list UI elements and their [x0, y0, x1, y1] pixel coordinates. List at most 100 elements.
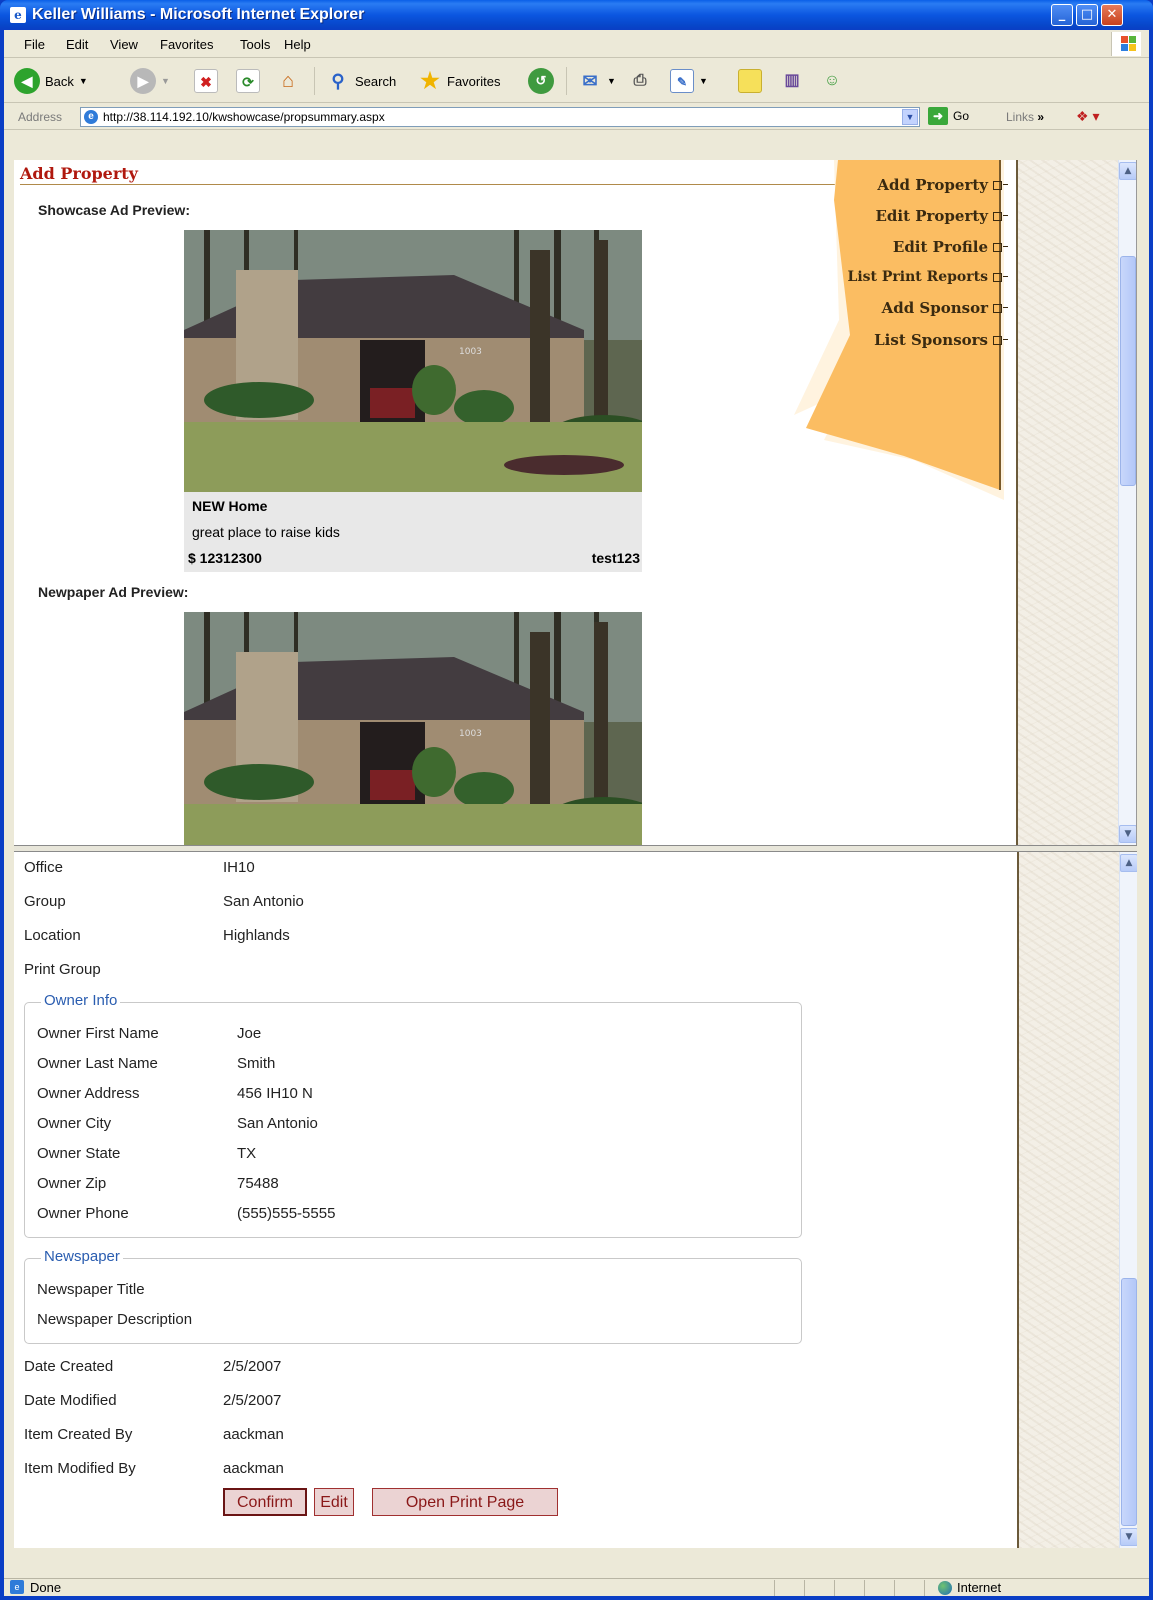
- stop-icon: ✖: [194, 69, 218, 93]
- print-icon: ⎙: [633, 72, 647, 89]
- nav-list-sponsors[interactable]: List Sponsors: [874, 331, 1008, 349]
- research-button[interactable]: ▥: [780, 65, 804, 97]
- scroll-up-button[interactable]: ▲: [1120, 854, 1137, 872]
- back-arrow-icon: ◀: [14, 68, 40, 94]
- group-value: San Antonio: [223, 893, 304, 910]
- home-button[interactable]: ⌂: [276, 65, 300, 97]
- back-label: Back: [45, 73, 74, 89]
- owner-state-value: TX: [237, 1145, 257, 1162]
- office-label: Office: [24, 859, 63, 876]
- owner-info-fieldset: Owner Info Owner First Name Joe Owner La…: [24, 992, 802, 1238]
- menu-view[interactable]: View: [110, 37, 138, 52]
- nav-add-sponsor[interactable]: Add Sponsor: [881, 299, 1008, 317]
- location-label: Location: [24, 927, 81, 944]
- nav-bullet-icon: [993, 303, 1008, 313]
- scroll-down-button[interactable]: ▼: [1120, 1528, 1137, 1546]
- mail-button[interactable]: ✉ ▼: [578, 65, 616, 97]
- item-created-by-value: aackman: [223, 1426, 284, 1443]
- owner-zip-label: Owner Zip: [37, 1175, 107, 1192]
- favorites-button[interactable]: ★ Favorites: [418, 65, 500, 97]
- go-button[interactable]: ➜ Go: [928, 107, 969, 125]
- messenger-icon: ☺: [823, 72, 841, 89]
- nav-label: List Sponsors: [874, 331, 988, 349]
- bottom-frame-scrollbar[interactable]: ▲ ▼: [1119, 852, 1137, 1548]
- menu-tools[interactable]: Tools: [240, 37, 270, 52]
- address-input[interactable]: e http://38.114.192.10/kwshowcase/propsu…: [80, 107, 920, 127]
- print-button[interactable]: ⎙: [628, 65, 652, 97]
- nav-label: Add Property: [877, 176, 988, 194]
- edit-button[interactable]: Edit: [314, 1488, 354, 1516]
- edit-dropdown-icon: ▼: [699, 76, 708, 86]
- title-bar[interactable]: e Keller Williams - Microsoft Internet E…: [0, 0, 1153, 30]
- menu-file[interactable]: File: [24, 37, 45, 52]
- discuss-button[interactable]: [738, 65, 762, 97]
- forward-dropdown-icon: ▼: [161, 76, 170, 86]
- confirm-button[interactable]: Confirm: [223, 1488, 307, 1516]
- address-dropdown-icon[interactable]: ▼: [902, 109, 918, 125]
- details-frame: ▲ ▼ Office IH10 Group San Antonio Locati…: [14, 852, 1137, 1548]
- scroll-thumb[interactable]: [1121, 1278, 1137, 1526]
- edit-page-icon: ✎: [670, 69, 694, 93]
- go-arrow-icon: ➜: [928, 107, 948, 125]
- menu-help[interactable]: Help: [284, 37, 311, 52]
- scroll-thumb[interactable]: [1120, 256, 1136, 486]
- item-modified-by-label: Item Modified By: [24, 1460, 136, 1477]
- status-divider: [774, 1580, 775, 1596]
- menu-favorites[interactable]: Favorites: [160, 37, 213, 52]
- owner-last-name-label: Owner Last Name: [37, 1055, 158, 1072]
- status-divider: [924, 1580, 925, 1596]
- scroll-down-button[interactable]: ▼: [1119, 825, 1136, 843]
- nav-label: Add Sponsor: [881, 299, 988, 317]
- maximize-button[interactable]: □: [1076, 4, 1098, 26]
- print-group-label: Print Group: [24, 961, 101, 978]
- edit-page-button[interactable]: ✎ ▼: [670, 65, 708, 97]
- links-toolbar[interactable]: Links »: [1006, 110, 1044, 124]
- refresh-button[interactable]: ⟳: [236, 65, 260, 97]
- owner-city-value: San Antonio: [237, 1115, 318, 1132]
- ie-window: e Keller Williams - Microsoft Internet E…: [0, 0, 1153, 1600]
- back-dropdown-icon: ▼: [78, 76, 88, 86]
- frame-splitter[interactable]: [14, 845, 1137, 852]
- links-label: Links: [1006, 110, 1035, 124]
- nav-bullet-icon: [993, 211, 1008, 221]
- zone-label: Internet: [957, 1580, 1002, 1595]
- mail-dropdown-icon: ▼: [607, 76, 616, 86]
- window-title: Keller Williams - Microsoft Internet Exp…: [32, 6, 365, 23]
- nav-edit-profile[interactable]: Edit Profile: [893, 238, 1008, 256]
- favorites-star-icon: ★: [420, 68, 440, 93]
- nav-bullet-icon: [993, 272, 1008, 282]
- nav-label: Edit Property: [875, 207, 988, 225]
- forward-arrow-icon: ▶: [130, 68, 156, 94]
- back-button[interactable]: ◀ Back ▼: [14, 65, 88, 97]
- page-icon: e: [84, 110, 98, 124]
- address-label: Address: [18, 110, 63, 124]
- history-button[interactable]: ↺: [528, 65, 554, 97]
- owner-info-legend: Owner Info: [41, 992, 121, 1009]
- open-print-page-button[interactable]: Open Print Page: [372, 1488, 558, 1516]
- status-divider: [864, 1580, 865, 1596]
- scroll-up-button[interactable]: ▲: [1119, 162, 1136, 180]
- owner-address-value: 456 IH10 N: [237, 1085, 313, 1102]
- ad-headline: NEW Home: [192, 498, 268, 514]
- ie-app-icon: e: [10, 7, 26, 23]
- nav-list-print-reports[interactable]: List Print Reports: [847, 269, 1008, 285]
- status-bar: e Done Internet: [4, 1578, 1149, 1596]
- minimize-button[interactable]: _: [1051, 4, 1073, 26]
- menu-edit[interactable]: Edit: [66, 37, 88, 52]
- security-zone: Internet: [938, 1580, 1001, 1595]
- search-button[interactable]: ⚲ Search: [326, 65, 396, 97]
- newspaper-fieldset: Newspaper Newspaper Title Newspaper Desc…: [24, 1248, 802, 1344]
- forward-button[interactable]: ▶ ▼: [130, 65, 170, 97]
- messenger-button[interactable]: ☺: [820, 65, 844, 97]
- top-frame-scrollbar[interactable]: ▲ ▼: [1118, 160, 1136, 845]
- nav-add-property[interactable]: Add Property: [877, 176, 1008, 194]
- translate-icon[interactable]: ❖ ▾: [1076, 108, 1099, 125]
- owner-zip-value: 75488: [237, 1175, 279, 1192]
- stop-button[interactable]: ✖: [194, 65, 218, 97]
- owner-state-label: Owner State: [37, 1145, 121, 1162]
- refresh-icon: ⟳: [236, 69, 260, 93]
- preview-frame: ▲ ▼ Add Property Add Property Edit Prope…: [14, 160, 1137, 845]
- close-button[interactable]: ✕: [1101, 4, 1123, 26]
- search-label: Search: [355, 73, 397, 89]
- nav-edit-property[interactable]: Edit Property: [875, 207, 1008, 225]
